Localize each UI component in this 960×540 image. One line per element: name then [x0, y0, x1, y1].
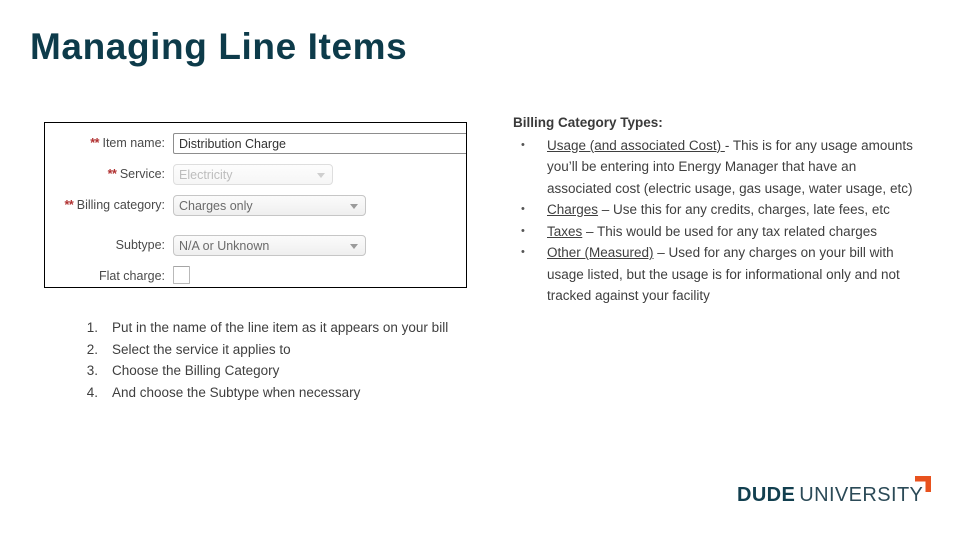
form-row-item-name: ** Item name: Distribution Charge	[45, 133, 466, 163]
service-label: ** Service:	[45, 164, 165, 184]
step-text: Choose the Billing Category	[112, 363, 280, 378]
step-text: Put in the name of the line item as it a…	[112, 320, 449, 335]
list-item: 4. And choose the Subtype when necessary	[74, 382, 474, 404]
list-item: 1. Put in the name of the line item as it…	[74, 317, 474, 339]
billing-type-term: Charges	[547, 202, 599, 217]
service-select-value: Electricity	[179, 168, 233, 182]
required-marker: **	[64, 198, 74, 212]
label-text: Billing category:	[76, 198, 165, 212]
item-name-input[interactable]: Distribution Charge	[173, 133, 466, 154]
line-item-form-panel: ** Item name: Distribution Charge ** Ser…	[44, 122, 467, 288]
label-text: Item name:	[102, 136, 165, 150]
subtype-label: Subtype:	[45, 235, 165, 255]
required-marker: **	[107, 167, 117, 181]
bullet-icon: •	[521, 203, 525, 215]
billing-type-term: Usage (and associated Cost)	[547, 137, 725, 153]
billing-type-term: Other (Measured)	[547, 245, 654, 260]
billing-category-select[interactable]: Charges only	[173, 195, 366, 216]
label-text: Service:	[119, 167, 165, 181]
chevron-down-icon	[350, 204, 358, 209]
required-marker: **	[90, 136, 99, 150]
billing-type-description: – Use this for any credits, charges, lat…	[598, 202, 890, 217]
bullet-icon: •	[521, 246, 525, 258]
item-name-label: ** Item name:	[45, 133, 165, 153]
flat-charge-label: Flat charge:	[45, 266, 165, 286]
page-title: Managing Line Items	[30, 26, 408, 67]
label-text: Flat charge:	[98, 269, 165, 283]
billing-category-select-value: Charges only	[179, 199, 253, 213]
subtype-select[interactable]: N/A or Unknown	[173, 235, 366, 256]
dude-university-logo: DUDE UNIVERSITY	[737, 476, 931, 510]
bullet-icon: •	[521, 224, 525, 237]
billing-type-description: – This would be used for any tax related…	[582, 223, 877, 239]
corner-mark-icon	[915, 476, 931, 492]
logo-primary-text: DUDE	[737, 484, 796, 506]
billing-category-types-heading: Billing Category Types:	[513, 115, 663, 130]
service-select[interactable]: Electricity	[173, 164, 333, 185]
subtype-select-value: N/A or Unknown	[179, 239, 270, 253]
list-item: • Charges – Use this for any credits, ch…	[513, 199, 913, 221]
chevron-down-icon	[350, 244, 358, 249]
billing-type-term: Taxes	[547, 223, 583, 239]
step-number: 1.	[86, 320, 98, 335]
step-text: And choose the Subtype when necessary	[112, 384, 361, 400]
form-row-subtype: Subtype: N/A or Unknown	[45, 235, 466, 265]
form-row-flat-charge: Flat charge:	[45, 266, 466, 287]
list-item: • Usage (and associated Cost) - This is …	[513, 135, 913, 200]
step-number: 4.	[86, 384, 98, 400]
step-number: 2.	[86, 341, 98, 357]
step-text: Select the service it applies to	[112, 341, 291, 357]
form-row-billing-category: ** Billing category: Charges only	[45, 195, 466, 225]
bullet-icon: •	[521, 138, 525, 151]
list-item: 3. Choose the Billing Category	[74, 360, 474, 382]
list-item: • Other (Measured) – Used for any charge…	[513, 242, 913, 307]
logo-secondary-text: UNIVERSITY	[799, 484, 924, 506]
list-item: 2. Select the service it applies to	[74, 339, 474, 361]
chevron-down-icon	[317, 173, 325, 178]
list-item: • Taxes – This would be used for any tax…	[513, 221, 913, 243]
form-row-service: ** Service: Electricity	[45, 164, 466, 194]
billing-category-label: ** Billing category:	[45, 195, 165, 215]
step-number: 3.	[86, 363, 98, 378]
flat-charge-checkbox[interactable]	[173, 266, 190, 284]
steps-list: 1. Put in the name of the line item as it…	[74, 317, 474, 403]
label-text: Subtype:	[115, 238, 165, 252]
billing-category-types-block: Billing Category Types: • Usage (and ass…	[513, 112, 913, 307]
